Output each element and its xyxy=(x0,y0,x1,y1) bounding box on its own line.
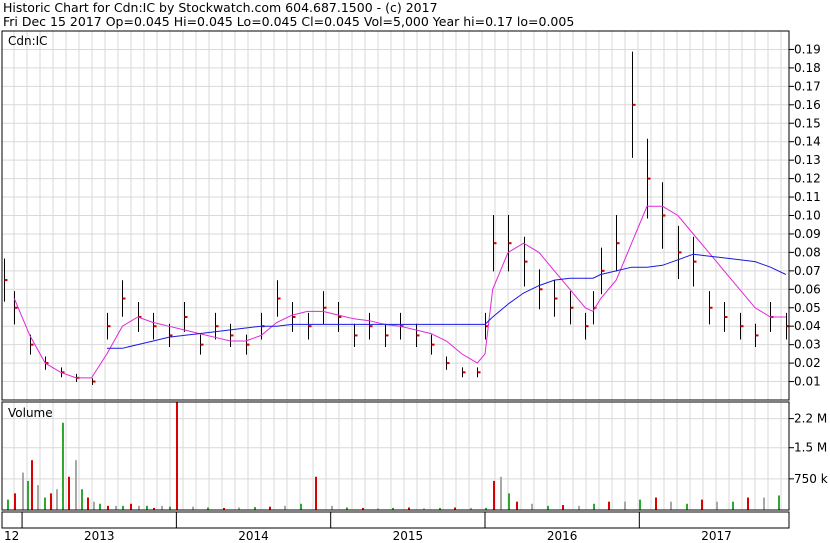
volume-bar xyxy=(732,501,734,510)
date-axis-frame xyxy=(1,511,790,529)
volume-bar xyxy=(176,402,178,510)
volume-bar xyxy=(686,503,688,510)
volume-bar xyxy=(284,505,286,510)
price-tick-label: 0.08 xyxy=(794,245,821,259)
volume-bar xyxy=(593,503,595,510)
volume-bar xyxy=(300,503,302,510)
volume-bar xyxy=(44,497,46,510)
x-axis-label: 2014 xyxy=(238,529,269,543)
volume-bar xyxy=(716,501,718,510)
volume-bar xyxy=(107,505,109,510)
volume-bar xyxy=(81,489,83,510)
volume-bar xyxy=(50,493,52,510)
volume-bar xyxy=(500,476,502,510)
volume-bar xyxy=(578,505,580,510)
volume-bar xyxy=(122,505,124,510)
x-axis-label: 2016 xyxy=(547,529,578,543)
volume-bar xyxy=(146,505,148,510)
volume-bar xyxy=(516,501,518,510)
price-bars xyxy=(4,51,790,385)
volume-bar xyxy=(56,489,58,510)
volume-bar xyxy=(639,499,641,510)
volume-bar xyxy=(331,505,333,510)
volume-bar xyxy=(37,485,39,510)
price-tick-label: 0.15 xyxy=(794,116,821,130)
x-axis-label: 2015 xyxy=(393,529,424,543)
volume-tick-label: 1.5 M xyxy=(794,441,827,455)
x-axis-label: 12 xyxy=(4,529,19,543)
price-tick-label: 0.09 xyxy=(794,227,821,241)
volume-bar xyxy=(14,493,16,510)
volume-bar xyxy=(624,501,626,510)
volume-bar xyxy=(655,497,657,510)
price-tick-label: 0.11 xyxy=(794,190,821,204)
volume-bar xyxy=(778,495,780,510)
volume-bar xyxy=(701,499,703,510)
volume-tick-label: 750 k xyxy=(794,472,828,486)
indicator-line xyxy=(13,205,786,379)
volume-bar xyxy=(130,503,132,510)
volume-bar xyxy=(562,505,564,510)
price-panel-title: Cdn:IC xyxy=(8,34,48,48)
price-tick-label: 0.03 xyxy=(794,338,821,352)
price-tick-label: 0.06 xyxy=(794,282,821,296)
volume-bar xyxy=(547,505,549,510)
volume-bar xyxy=(27,480,29,510)
volume-bar xyxy=(62,422,64,510)
volume-bar xyxy=(608,501,610,510)
volume-bar xyxy=(7,499,9,510)
volume-bar xyxy=(31,460,33,510)
price-tick-label: 0.07 xyxy=(794,264,821,278)
indicator-lines xyxy=(13,205,787,379)
volume-bar xyxy=(75,460,77,510)
volume-bar xyxy=(161,505,163,510)
price-tick-label: 0.01 xyxy=(794,375,821,389)
volume-bar xyxy=(493,480,495,510)
volume-bar xyxy=(115,505,117,510)
price-tick-label: 0.16 xyxy=(794,98,821,112)
price-tick-label: 0.12 xyxy=(794,172,821,186)
volume-bar xyxy=(22,472,24,510)
volume-bar xyxy=(68,476,70,510)
volume-bar xyxy=(315,476,317,510)
x-axis-label: 2013 xyxy=(84,529,115,543)
volume-bar xyxy=(138,505,140,510)
price-tick-label: 0.05 xyxy=(794,301,821,315)
volume-panel-title: Volume xyxy=(8,406,53,420)
price-tick-label: 0.10 xyxy=(794,209,821,223)
price-tick-label: 0.17 xyxy=(794,79,821,93)
volume-bar xyxy=(508,493,510,510)
stock-chart: 0.19 0.18 0.17 0.16 0.15 0.14 0.13 0.12 0.11 0.10… xyxy=(1,30,828,543)
volume-bar xyxy=(531,503,533,510)
volume-bar xyxy=(99,503,101,510)
volume-bar xyxy=(93,501,95,510)
price-tick-label: 0.18 xyxy=(794,61,821,75)
volume-tick-label: 2.2 M xyxy=(794,412,827,426)
volume-bar xyxy=(670,501,672,510)
price-tick-label: 0.04 xyxy=(794,319,821,333)
volume-bar xyxy=(87,497,89,510)
price-tick-label: 0.14 xyxy=(794,135,821,149)
volume-bar xyxy=(747,497,749,510)
price-tick-label: 0.19 xyxy=(794,42,821,56)
volume-bar xyxy=(763,497,765,510)
x-axis-label: 2017 xyxy=(701,529,732,543)
price-tick-label: 0.02 xyxy=(794,356,821,370)
price-tick-label: 0.13 xyxy=(794,153,821,167)
